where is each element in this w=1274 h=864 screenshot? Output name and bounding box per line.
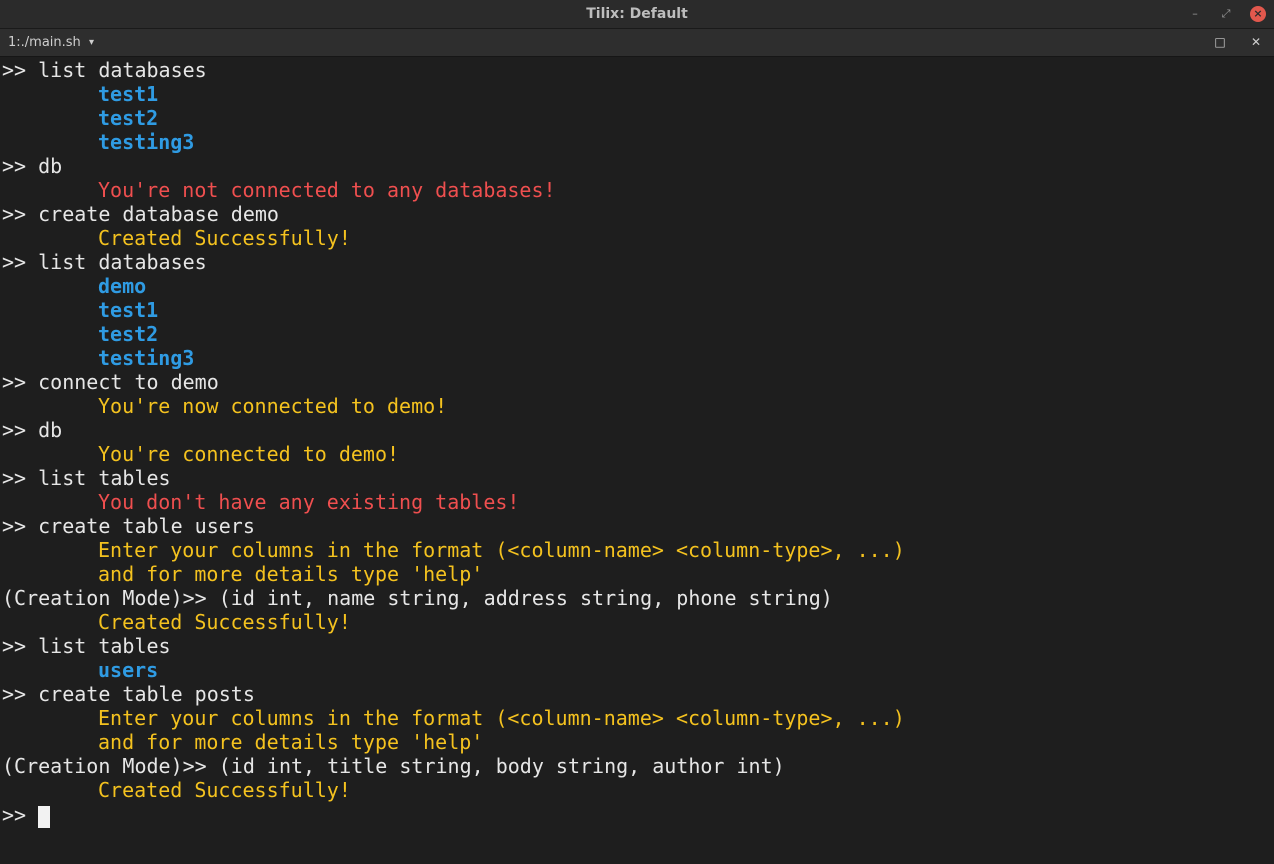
terminal-tabbar: 1:./main.sh ▾ □ ✕ bbox=[0, 29, 1274, 57]
output-text: Enter your columns in the format (<colum… bbox=[98, 706, 905, 730]
close-icon[interactable]: × bbox=[1250, 6, 1266, 22]
output-line: and for more details type 'help' bbox=[2, 730, 483, 754]
output-line: test1 bbox=[2, 298, 158, 322]
window-titlebar: Tilix: Default – ⤢ × bbox=[0, 0, 1274, 29]
command-line: >> db bbox=[2, 154, 62, 178]
output-text: You're now connected to demo! bbox=[98, 394, 448, 418]
output-line: You're not connected to any databases! bbox=[2, 178, 556, 202]
output-text: testing3 bbox=[98, 346, 195, 370]
output-text: Created Successfully! bbox=[98, 610, 351, 634]
prompt: >> bbox=[2, 418, 39, 442]
output-text: and for more details type 'help' bbox=[98, 730, 484, 754]
output-text: demo bbox=[98, 274, 147, 298]
command-text: db bbox=[38, 418, 63, 442]
output-line: and for more details type 'help' bbox=[2, 562, 483, 586]
maximize-pane-icon[interactable]: □ bbox=[1212, 34, 1228, 50]
command-text: list databases bbox=[38, 58, 207, 82]
command-line: >> connect to demo bbox=[2, 370, 219, 394]
output-line: test1 bbox=[2, 82, 158, 106]
command-line: >> create table users bbox=[2, 514, 255, 538]
output-text: You don't have any existing tables! bbox=[98, 490, 520, 514]
output-line: Enter your columns in the format (<colum… bbox=[2, 538, 905, 562]
output-line: You don't have any existing tables! bbox=[2, 490, 519, 514]
output-line: Created Successfully! bbox=[2, 226, 351, 250]
maximize-icon[interactable]: ⤢ bbox=[1218, 6, 1234, 22]
current-prompt-line[interactable]: >> bbox=[2, 803, 51, 828]
output-line: test2 bbox=[2, 322, 158, 346]
prompt: >> bbox=[2, 682, 39, 706]
window-title: Tilix: Default bbox=[586, 6, 688, 22]
prompt: >> bbox=[2, 803, 39, 827]
command-text: db bbox=[38, 154, 63, 178]
output-text: Created Successfully! bbox=[98, 226, 351, 250]
tab-title[interactable]: 1:./main.sh bbox=[8, 29, 81, 56]
output-line: testing3 bbox=[2, 346, 194, 370]
command-line: >> create database demo bbox=[2, 202, 279, 226]
output-text: Enter your columns in the format (<colum… bbox=[98, 538, 905, 562]
output-line: Created Successfully! bbox=[2, 610, 351, 634]
command-line: >> list databases bbox=[2, 58, 207, 82]
command-line: >> list databases bbox=[2, 250, 207, 274]
command-text: create database demo bbox=[38, 202, 279, 226]
command-line: >> create table posts bbox=[2, 682, 255, 706]
output-line: test2 bbox=[2, 106, 158, 130]
output-line: You're connected to demo! bbox=[2, 442, 399, 466]
prompt: (Creation Mode)>> bbox=[2, 754, 219, 778]
output-text: users bbox=[98, 658, 159, 682]
command-text: create table posts bbox=[38, 682, 255, 706]
terminal-output[interactable]: >> list databases test1 test2 testing3 >> db… bbox=[0, 58, 1274, 864]
command-text: list tables bbox=[38, 466, 171, 490]
output-line: You're now connected to demo! bbox=[2, 394, 447, 418]
output-text: You're not connected to any databases! bbox=[98, 178, 556, 202]
output-line: users bbox=[2, 658, 158, 682]
prompt: >> bbox=[2, 250, 39, 274]
prompt: >> bbox=[2, 466, 39, 490]
prompt: >> bbox=[2, 202, 39, 226]
command-line: (Creation Mode)>> (id int, name string, … bbox=[2, 586, 833, 610]
minimize-icon[interactable]: – bbox=[1187, 6, 1203, 22]
output-text: test2 bbox=[98, 322, 159, 346]
prompt: (Creation Mode)>> bbox=[2, 586, 219, 610]
command-line: >> list tables bbox=[2, 634, 171, 658]
command-text: (id int, name string, address string, ph… bbox=[218, 586, 833, 610]
output-text: You're connected to demo! bbox=[98, 442, 400, 466]
output-text: test1 bbox=[98, 298, 159, 322]
prompt: >> bbox=[2, 634, 39, 658]
output-text: Created Successfully! bbox=[98, 778, 351, 802]
output-text: test2 bbox=[98, 106, 159, 130]
output-line: Enter your columns in the format (<colum… bbox=[2, 706, 905, 730]
output-line: demo bbox=[2, 274, 146, 298]
prompt: >> bbox=[2, 58, 39, 82]
command-line: >> list tables bbox=[2, 466, 171, 490]
output-line: testing3 bbox=[2, 130, 194, 154]
command-text: connect to demo bbox=[38, 370, 219, 394]
command-line: >> db bbox=[2, 418, 62, 442]
prompt: >> bbox=[2, 514, 39, 538]
chevron-down-icon[interactable]: ▾ bbox=[89, 29, 94, 56]
command-text: create table users bbox=[38, 514, 255, 538]
close-pane-icon[interactable]: ✕ bbox=[1248, 34, 1264, 50]
prompt: >> bbox=[2, 154, 39, 178]
command-text: list databases bbox=[38, 250, 207, 274]
text-cursor[interactable] bbox=[38, 805, 51, 828]
output-text: and for more details type 'help' bbox=[98, 562, 484, 586]
output-line: Created Successfully! bbox=[2, 778, 351, 802]
command-line: (Creation Mode)>> (id int, title string,… bbox=[2, 754, 785, 778]
prompt: >> bbox=[2, 370, 39, 394]
output-text: testing3 bbox=[98, 130, 195, 154]
output-text: test1 bbox=[98, 82, 159, 106]
command-text: (id int, title string, body string, auth… bbox=[218, 754, 785, 778]
command-text: list tables bbox=[38, 634, 171, 658]
